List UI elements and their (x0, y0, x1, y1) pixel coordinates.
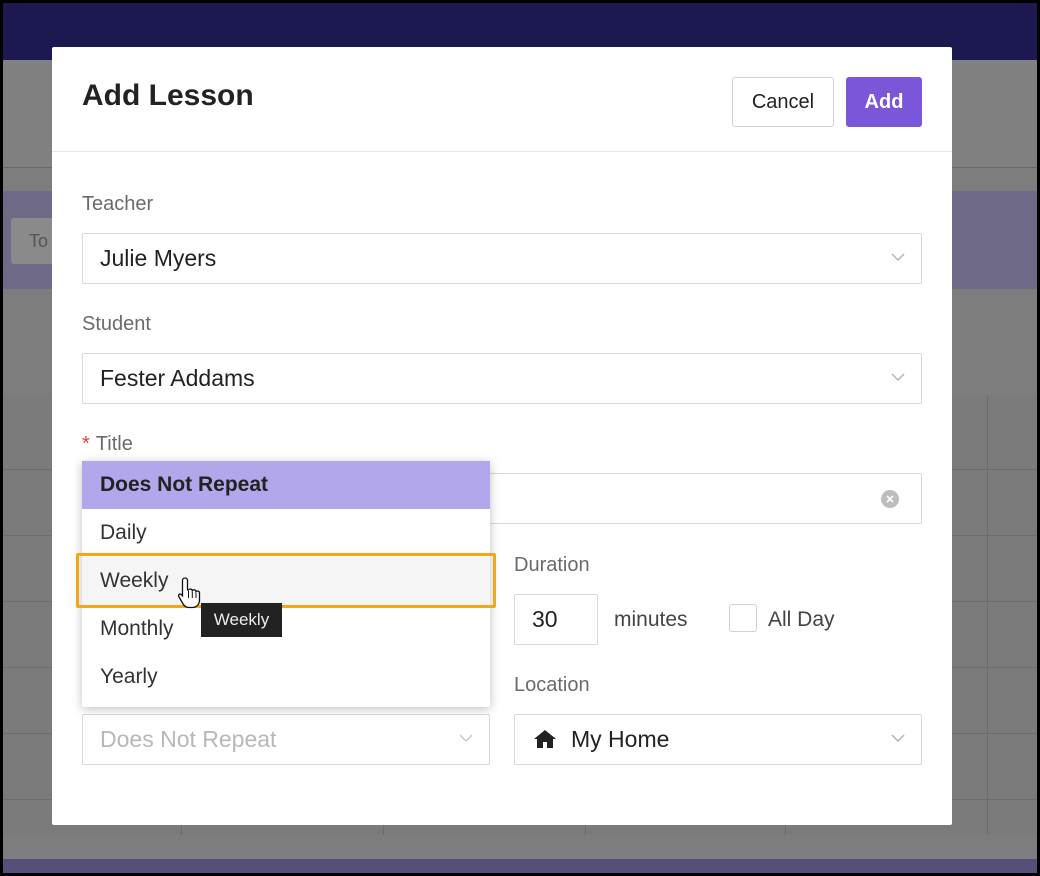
repeat-option-weekly[interactable]: Weekly (82, 557, 490, 605)
repeat-dropdown-menu: Does Not Repeat Daily Weekly Monthly Yea… (82, 461, 490, 707)
home-icon (533, 728, 557, 750)
teacher-select[interactable]: Julie Myers (82, 233, 922, 284)
title-label: * Title (82, 433, 133, 456)
location-value: My Home (571, 726, 670, 752)
chevron-down-icon (459, 732, 473, 744)
tooltip: Weekly (201, 603, 282, 637)
chevron-down-icon (891, 732, 905, 744)
add-button[interactable]: Add (846, 77, 922, 127)
chevron-down-icon (891, 371, 905, 383)
teacher-value: Julie Myers (100, 245, 217, 271)
modal-title: Add Lesson (82, 79, 254, 112)
repeat-option-daily[interactable]: Daily (82, 509, 490, 557)
duration-label: Duration (514, 554, 590, 576)
location-select[interactable]: My Home (514, 714, 922, 765)
required-mark: * (82, 433, 90, 455)
cancel-button[interactable]: Cancel (732, 77, 834, 127)
repeat-value: Does Not Repeat (100, 726, 277, 752)
student-label: Student (82, 313, 151, 335)
modal-header: Add Lesson Cancel Add (52, 47, 952, 152)
student-value: Fester Addams (100, 365, 255, 391)
hand-pointer-icon (176, 576, 204, 610)
app-bottom-bar (3, 859, 1037, 873)
location-label: Location (514, 674, 590, 696)
duration-value: 30 (532, 606, 558, 632)
student-select[interactable]: Fester Addams (82, 353, 922, 404)
add-lesson-modal: Add Lesson Cancel Add Teacher Julie Myer… (52, 47, 952, 825)
duration-input[interactable]: 30 (514, 594, 598, 645)
clear-icon[interactable] (881, 490, 899, 508)
duration-unit: minutes (614, 608, 688, 631)
all-day-label: All Day (768, 608, 835, 631)
repeat-select[interactable]: Does Not Repeat (82, 714, 490, 765)
teacher-label: Teacher (82, 193, 154, 215)
all-day-checkbox[interactable] (729, 604, 757, 632)
repeat-option-yearly[interactable]: Yearly (82, 653, 490, 701)
repeat-option-does-not-repeat[interactable]: Does Not Repeat (82, 461, 490, 509)
title-label-text: Title (95, 433, 133, 455)
repeat-option-monthly[interactable]: Monthly (82, 605, 490, 653)
chevron-down-icon (891, 251, 905, 263)
